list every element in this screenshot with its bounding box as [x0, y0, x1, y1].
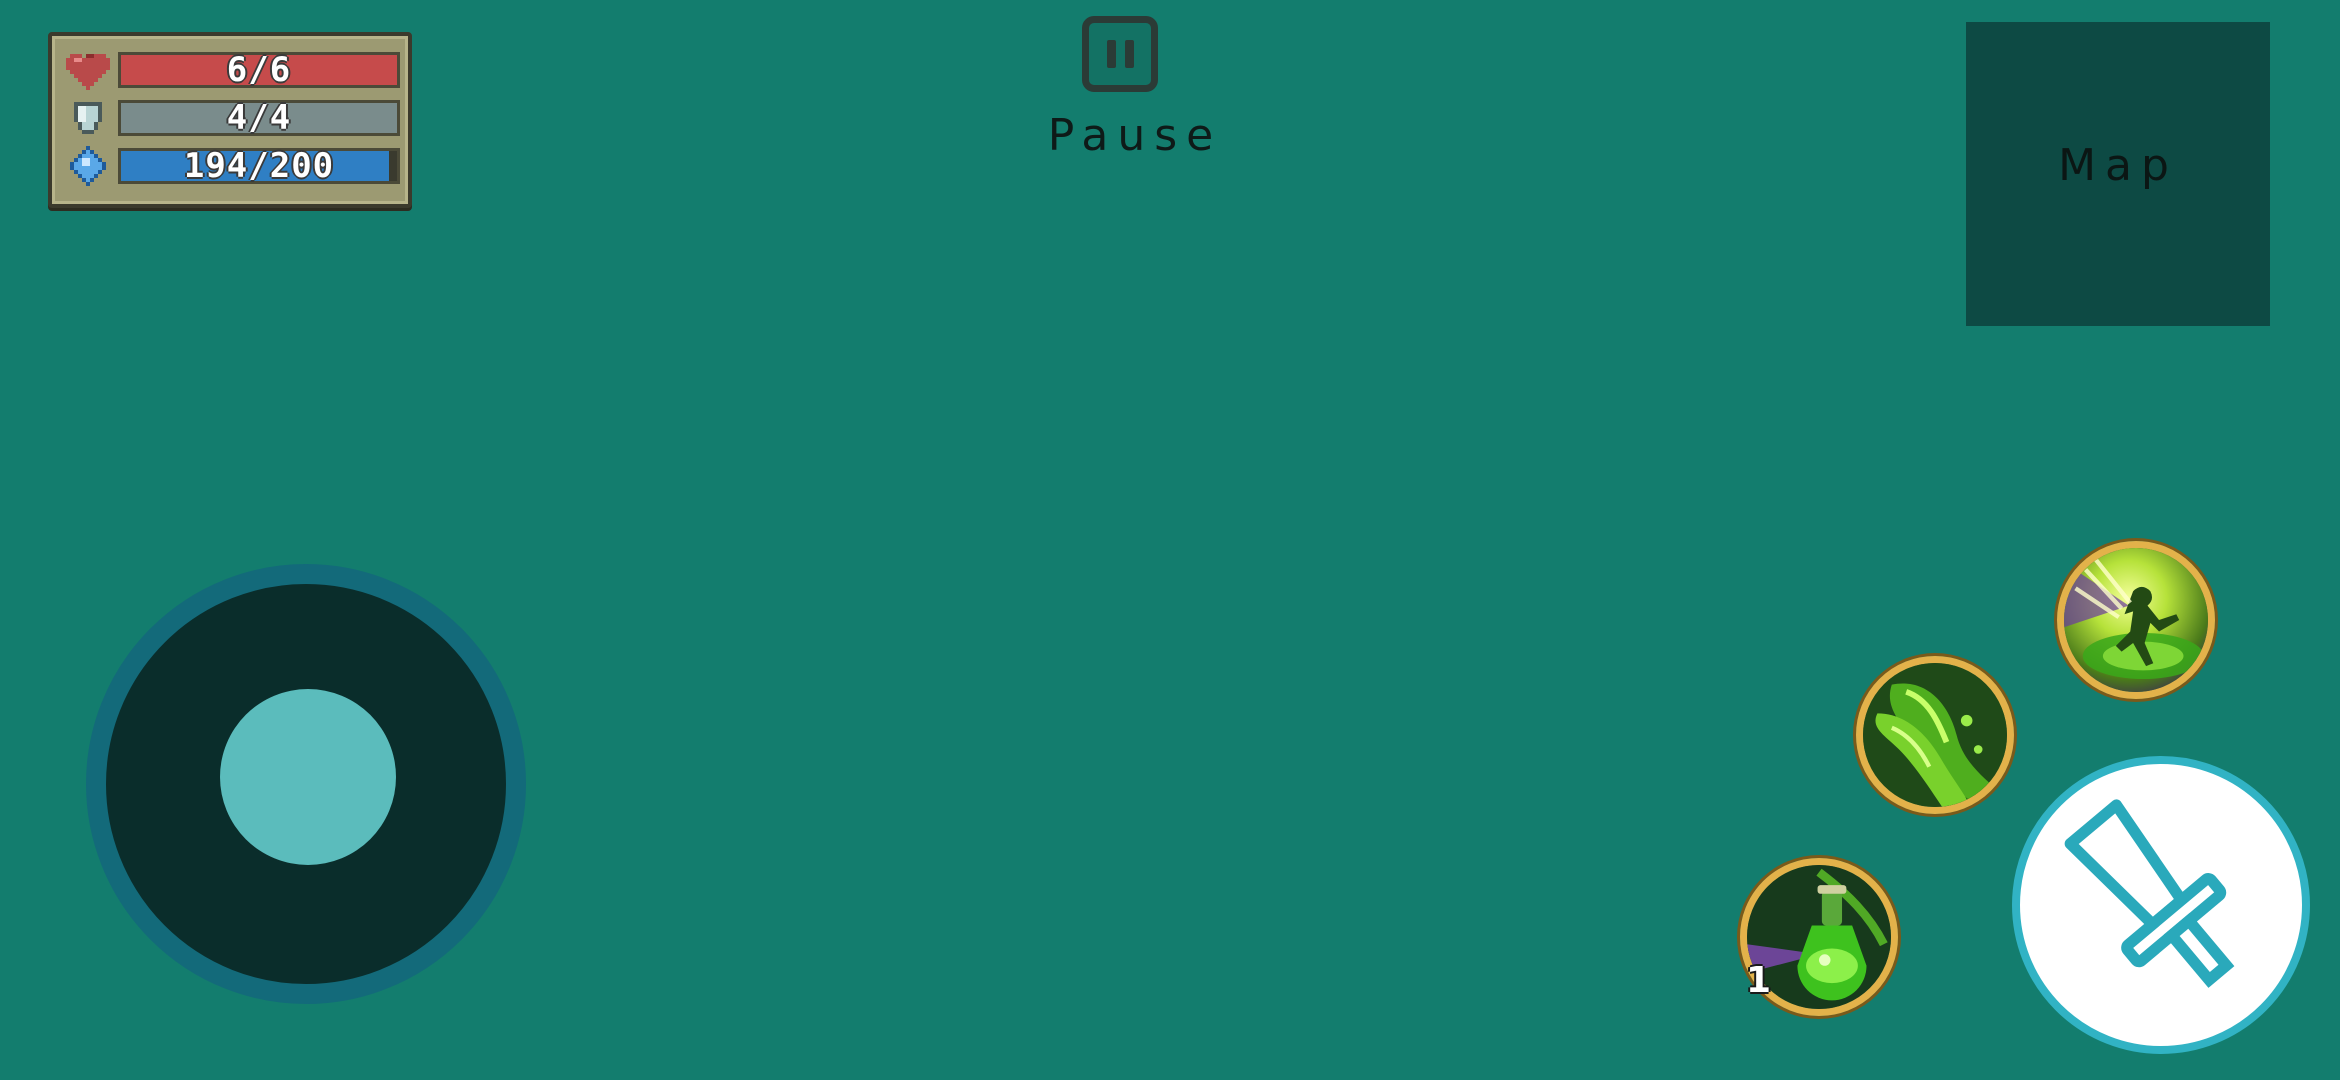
health-value: 6/6 — [226, 50, 292, 90]
dash-skill-icon — [2064, 548, 2208, 692]
pause-icon — [1107, 40, 1116, 68]
health-bar: 6/6 — [118, 52, 400, 88]
minimap-panel[interactable]: Map — [1966, 22, 2270, 326]
slime-skill-button[interactable] — [1856, 656, 2014, 814]
diamond-icon — [70, 146, 106, 186]
movement-joystick-knob[interactable] — [220, 689, 396, 865]
health-row: 6/6 — [66, 50, 402, 90]
shield-icon — [74, 102, 102, 134]
game-screen: 6/6 4/4 194/200 Pause Map 1 — [0, 0, 2340, 1080]
armor-value: 4/4 — [226, 98, 292, 138]
dash-skill-button[interactable] — [2057, 541, 2215, 699]
heart-icon — [66, 54, 110, 90]
pause-icon-bar — [1125, 40, 1134, 68]
armor-bar: 4/4 — [118, 100, 400, 136]
armor-row: 4/4 — [66, 98, 402, 138]
slime-skill-icon — [1863, 663, 2007, 807]
attack-button[interactable] — [2012, 756, 2310, 1054]
energy-value: 194/200 — [183, 146, 335, 186]
sword-icon — [2064, 799, 2235, 988]
player-stats-panel: 6/6 4/4 194/200 — [48, 32, 412, 208]
energy-row: 194/200 — [66, 146, 402, 186]
energy-bar: 194/200 — [118, 148, 400, 184]
potion-count: 1 — [1746, 960, 1772, 1001]
pause-label[interactable]: Pause — [1020, 110, 1250, 161]
map-label: Map — [2058, 140, 2178, 191]
pause-button[interactable] — [1082, 16, 1158, 92]
